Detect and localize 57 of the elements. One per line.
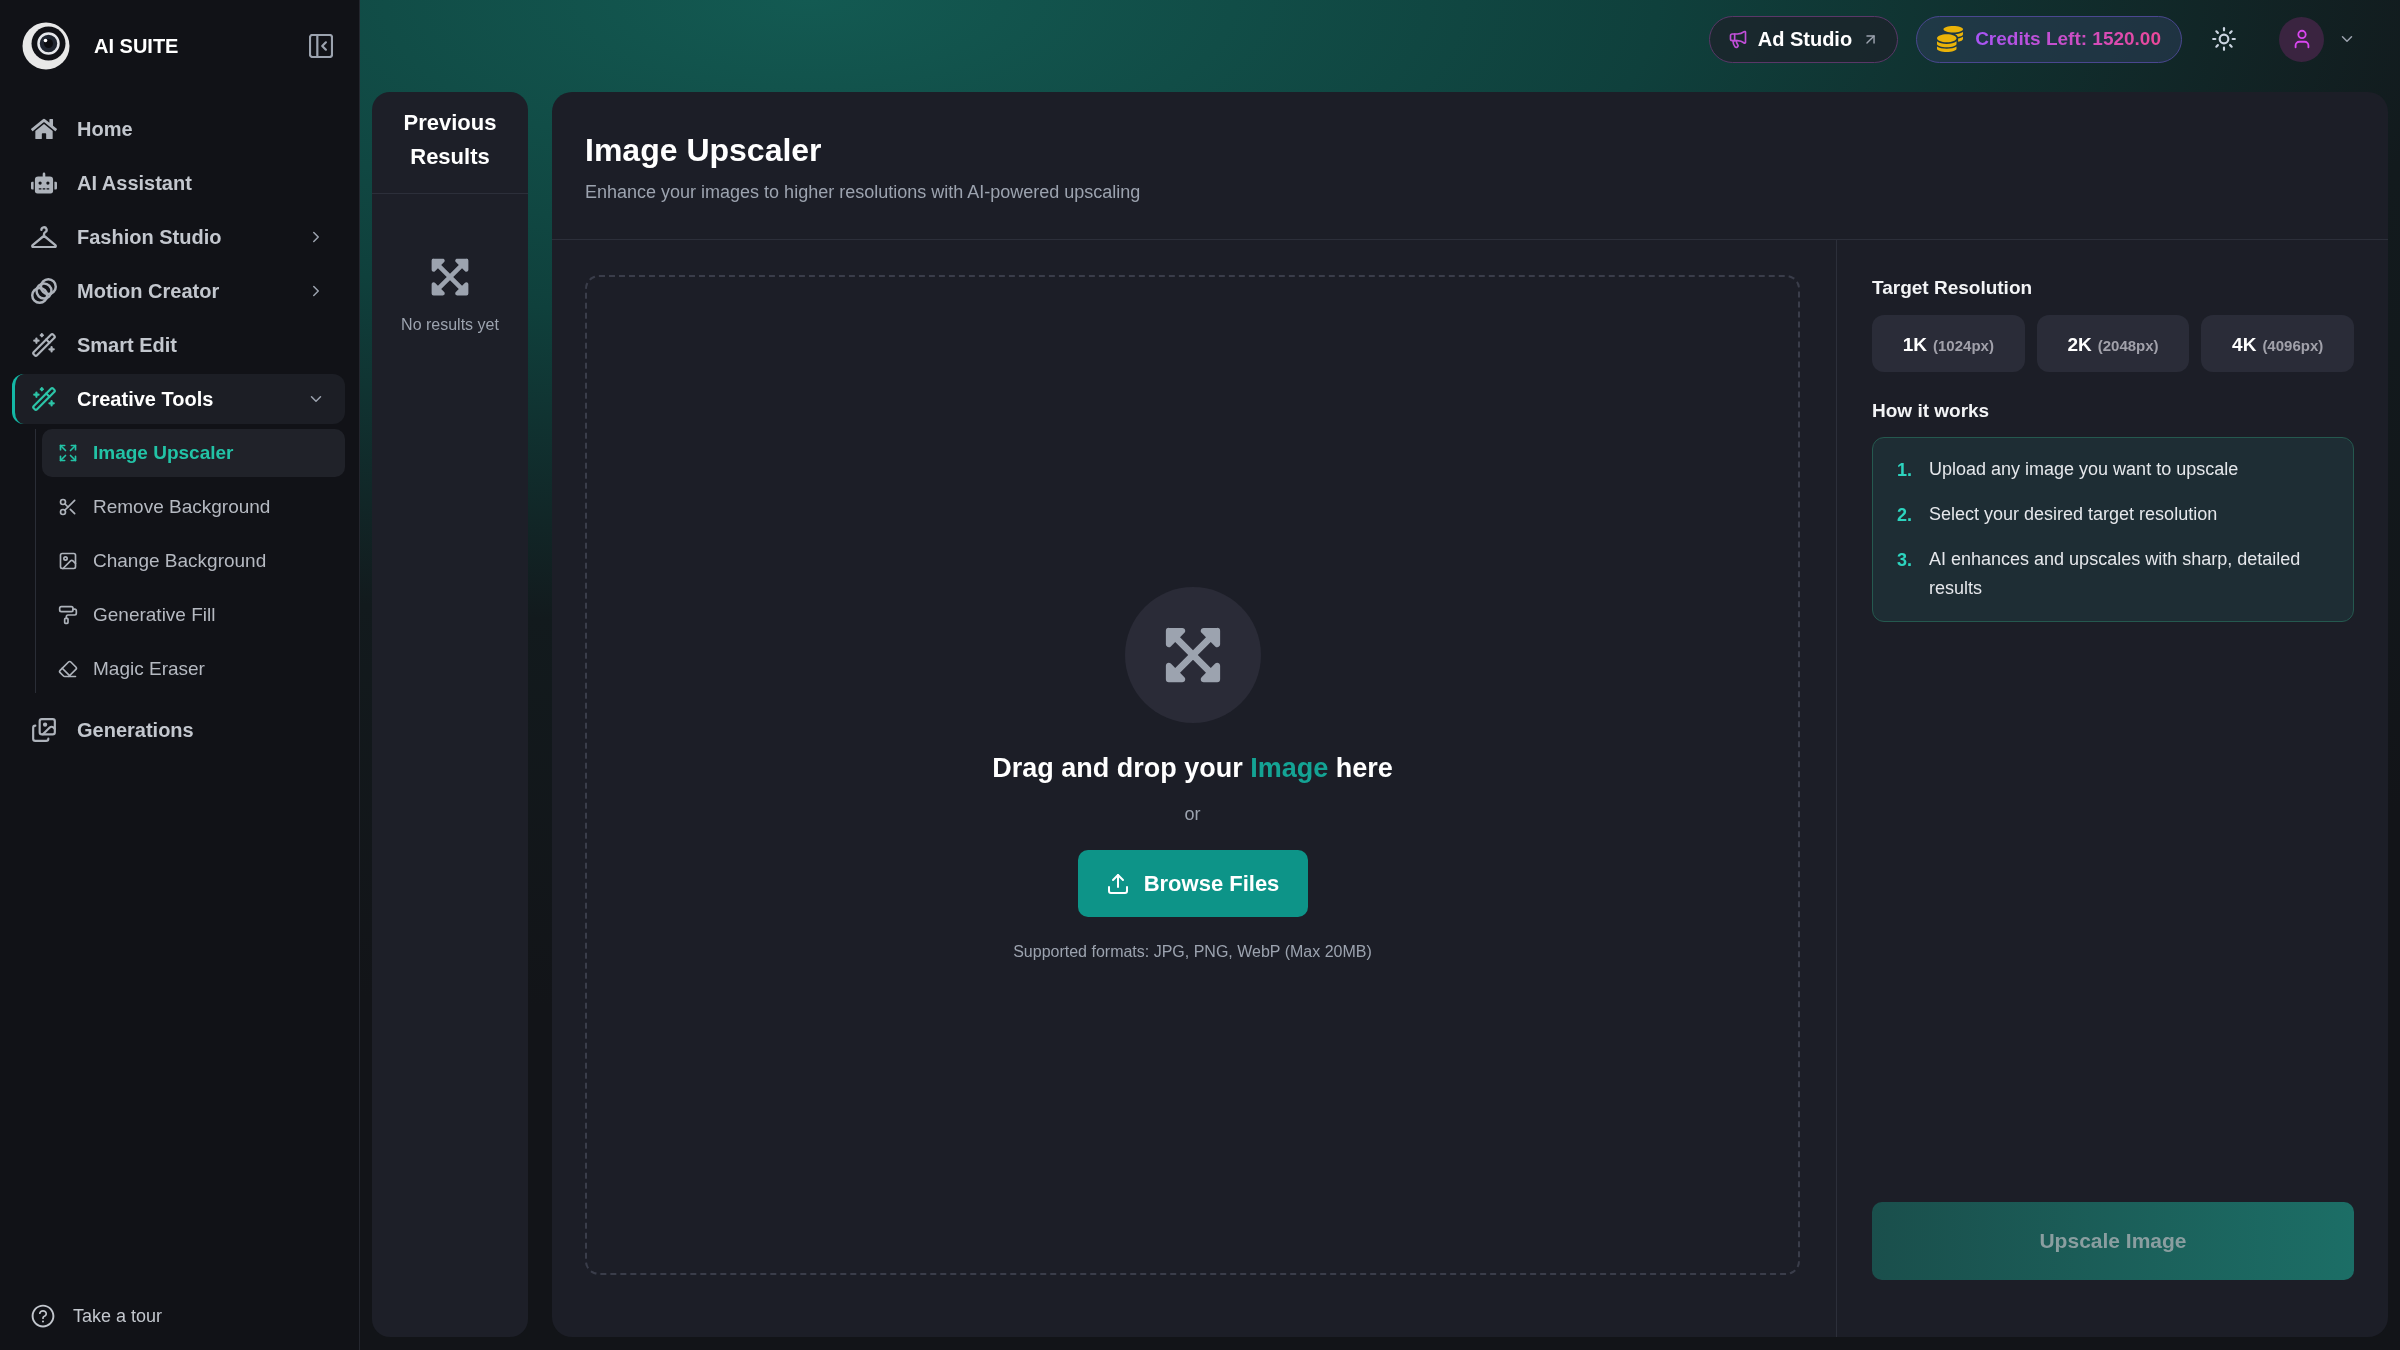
brand-name: AI SUITE: [94, 34, 180, 58]
eraser-icon: [58, 659, 78, 679]
sidebar-item[interactable]: AI Assistant: [12, 158, 345, 208]
scissors-icon: [58, 497, 78, 517]
or-separator: or: [1184, 803, 1201, 826]
panel-collapse-icon: [309, 34, 333, 58]
sidebar-subitem[interactable]: Change Background: [42, 537, 345, 585]
resolution-option[interactable]: 1K (1024px): [1872, 315, 2025, 372]
page-subtitle: Enhance your images to higher resolutions with AI-powered upscaling: [585, 181, 1142, 204]
page-title: Image Upscaler: [585, 131, 823, 170]
images-icon: [31, 717, 57, 743]
browse-files-button[interactable]: Browse Files: [1077, 850, 1308, 917]
step-text: Upload any image you want to upscale: [1929, 458, 2239, 481]
hanger-icon: [31, 225, 57, 249]
supported-formats-note: Supported formats: JPG, PNG, WebP (Max 20MB): [1013, 942, 1372, 962]
step-text: AI enhances and upscales with sharp, detailed results: [1929, 548, 2302, 600]
megaphone-icon: [1727, 29, 1748, 49]
results-title: Previous Results: [402, 109, 498, 171]
section-label: How it works: [1872, 399, 1991, 423]
step-number: 1.: [1897, 459, 1913, 482]
empty-results-text: No results yet: [401, 316, 499, 334]
coins-icon: [1937, 26, 1964, 52]
section-label: Target Resolution: [1872, 276, 2034, 300]
collapse-sidebar-button[interactable]: [309, 34, 333, 58]
avatar-button[interactable]: [2279, 16, 2324, 62]
help-icon: [30, 1303, 56, 1329]
expand-arrows-icon: [58, 443, 78, 463]
image-icon: [58, 551, 78, 571]
sun-icon[interactable]: [2211, 26, 2237, 52]
sidebar-subitem[interactable]: Image Upscaler: [42, 429, 345, 477]
magic-wand-icon: [31, 332, 57, 358]
ad-studio-button[interactable]: Ad Studio: [1708, 15, 1899, 63]
sidebar-item[interactable]: Smart Edit: [12, 320, 345, 370]
sidebar-subitem[interactable]: Generative Fill: [42, 591, 345, 639]
expand-arrows-icon: [429, 256, 471, 298]
sidebar-item[interactable]: Home: [12, 104, 345, 154]
rings-icon: [31, 278, 57, 304]
sidebar-item[interactable]: Generations: [12, 705, 345, 755]
house-icon: [31, 116, 57, 142]
sidebar-subitem[interactable]: Magic Eraser: [42, 645, 345, 693]
paint-roller-icon: [58, 605, 78, 625]
upload-icon: [1105, 871, 1130, 896]
resolution-option[interactable]: 2K (2048px): [2036, 315, 2190, 372]
step-number: 2.: [1897, 504, 1913, 527]
step-text: Select your desired target resolution: [1929, 503, 2218, 526]
step-number: 3.: [1897, 549, 1913, 572]
sidebar-item[interactable]: Creative Tools: [12, 374, 345, 424]
drop-instruction: Drag and drop your Image here: [992, 752, 1393, 785]
drop-zone[interactable]: Drag and drop your Image here or Browse Files Supported formats: JPG, PNG, WebP (Max 20MB): [585, 275, 1800, 1275]
logo-icon: [22, 22, 70, 70]
sidebar-subitem[interactable]: Remove Background: [42, 483, 345, 531]
sidebar-item[interactable]: Fashion Studio: [12, 212, 345, 262]
tour-link[interactable]: Take a tour: [30, 1303, 163, 1329]
resolution-option[interactable]: 4K (4096px): [2201, 315, 2354, 372]
sidebar-item[interactable]: Motion Creator: [12, 266, 345, 316]
magic-wand-icon: [31, 386, 57, 412]
robot-icon: [31, 170, 57, 196]
